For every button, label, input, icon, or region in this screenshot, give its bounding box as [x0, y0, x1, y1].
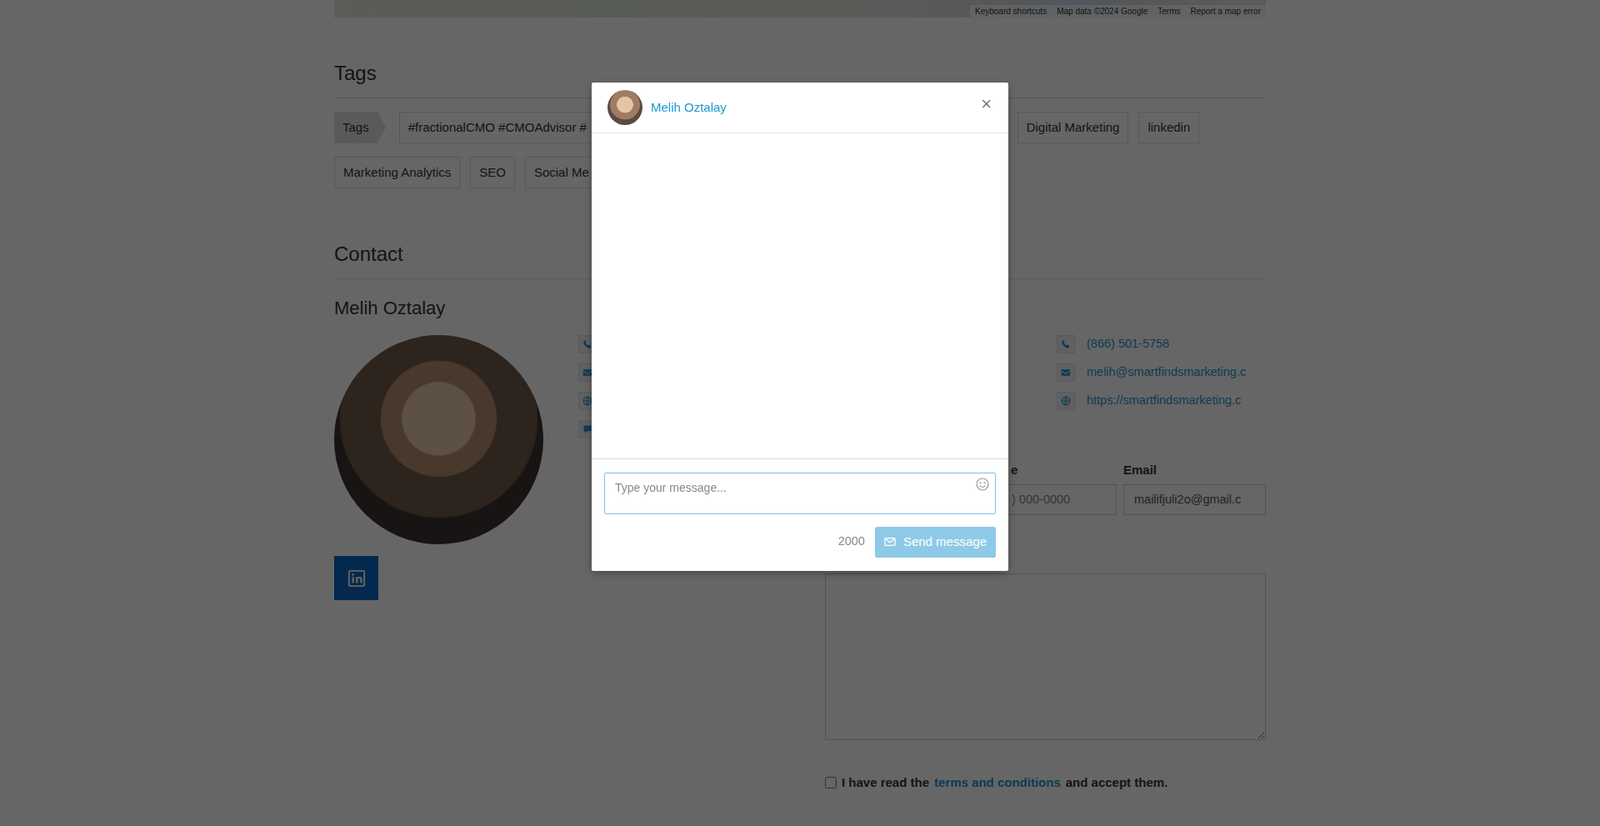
send-button[interactable]: Send message	[875, 526, 996, 558]
send-label: Send message	[903, 532, 987, 552]
dialog-name[interactable]: Melih Oztalay	[650, 98, 727, 118]
char-counter: 2000	[838, 532, 865, 551]
close-button[interactable]: ×	[977, 93, 995, 115]
message-input[interactable]	[604, 472, 996, 515]
message-history	[591, 133, 1009, 459]
message-dialog: Melih Oztalay × 2000 Send message	[591, 82, 1009, 571]
envelope-icon	[884, 535, 896, 548]
emoji-icon[interactable]	[975, 477, 990, 491]
modal-overlay[interactable]: Melih Oztalay × 2000 Send message	[0, 0, 1600, 826]
avatar	[607, 90, 643, 125]
